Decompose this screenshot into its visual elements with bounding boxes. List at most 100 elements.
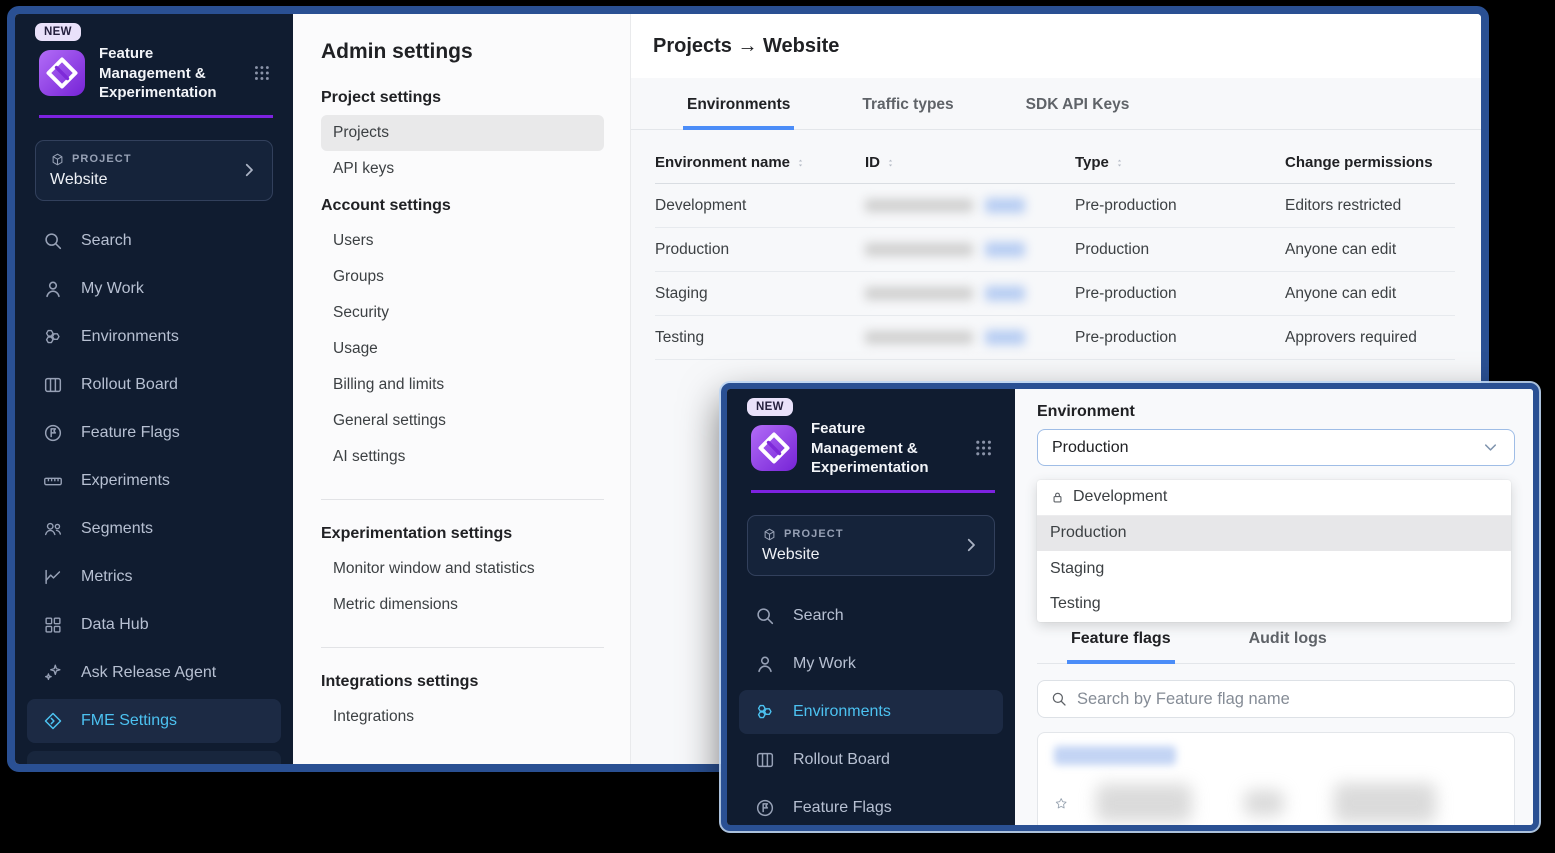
sidebar-item-partial[interactable] — [27, 751, 281, 765]
search-icon — [754, 605, 776, 627]
flag-circle-icon — [754, 797, 776, 819]
environment-select-label: Environment — [1037, 403, 1515, 421]
column-id[interactable]: ID — [865, 154, 1075, 171]
admin-item-users[interactable]: Users — [321, 223, 604, 259]
project-name: Website — [50, 171, 132, 189]
tab-feature-flags[interactable]: Feature flags — [1067, 616, 1175, 664]
new-badge: NEW — [35, 23, 81, 41]
sidebar-item-metrics[interactable]: Metrics — [15, 553, 293, 601]
app-sidebar: NEW Feature Management & Experimentation… — [15, 14, 293, 764]
sort-icon — [795, 156, 806, 170]
sidebar-item-label: Segments — [81, 520, 153, 538]
star-icon[interactable] — [1054, 793, 1068, 814]
sort-icon — [885, 156, 896, 170]
admin-item-metric-dimensions[interactable]: Metric dimensions — [321, 587, 604, 623]
sidebar-item-label: Data Hub — [81, 616, 149, 634]
flag-search-input[interactable] — [1077, 690, 1502, 709]
app-switcher-icon[interactable] — [972, 436, 995, 460]
sidebar-item-search[interactable]: Search — [727, 592, 1015, 640]
chevron-down-icon — [1481, 438, 1500, 457]
admin-item-groups[interactable]: Groups — [321, 259, 604, 295]
sidebar-item-label: Experiments — [81, 472, 170, 490]
admin-item-integrations[interactable]: Integrations — [321, 699, 604, 735]
column-change-permissions: Change permissions — [1285, 154, 1455, 171]
sidebar-item-segments[interactable]: Segments — [15, 505, 293, 553]
sidebar-item-label: Search — [793, 607, 844, 625]
sidebar-item-rollout-board[interactable]: Rollout Board — [727, 736, 1015, 784]
id-cell — [865, 198, 1075, 213]
sidebar-item-my-work[interactable]: My Work — [15, 265, 293, 313]
column-type[interactable]: Type — [1075, 154, 1285, 171]
environments-table: Environment name ID Type Change permissi… — [655, 142, 1455, 360]
redacted-flag-name-link[interactable] — [1054, 746, 1176, 765]
sidebar-item-label: Metrics — [81, 568, 133, 586]
sidebar-item-environments[interactable]: Environments — [739, 690, 1003, 734]
sidebar-item-feature-flags[interactable]: Feature Flags — [727, 784, 1015, 826]
permissions-cell: Anyone can edit — [1285, 285, 1455, 303]
copy-id-button[interactable] — [985, 330, 1025, 345]
tab-environments[interactable]: Environments — [683, 78, 794, 130]
table-row[interactable]: Testing Pre-production Approvers require… — [655, 316, 1455, 360]
sidebar-item-experiments[interactable]: Experiments — [15, 457, 293, 505]
option-staging[interactable]: Staging — [1037, 551, 1511, 587]
lock-icon — [1050, 490, 1065, 505]
sidebar-item-search[interactable]: Search — [15, 217, 293, 265]
environment-select[interactable]: Production — [1037, 429, 1515, 466]
option-development[interactable]: Development — [1037, 480, 1511, 516]
sidebar-item-label: Feature Flags — [81, 424, 180, 442]
option-testing[interactable]: Testing — [1037, 587, 1511, 623]
search-icon — [1050, 690, 1068, 708]
sidebar-item-label: Rollout Board — [793, 751, 890, 769]
admin-item-general-settings[interactable]: General settings — [321, 403, 604, 439]
people-icon — [42, 518, 64, 540]
sidebar-nav: Search My Work Environments Rollout Boar… — [15, 217, 293, 765]
type-cell: Pre-production — [1075, 197, 1285, 215]
sidebar-nav: Search My Work Environments Rollout Boar… — [727, 592, 1015, 826]
redacted-id — [865, 287, 973, 300]
app-logo-icon — [39, 50, 85, 96]
project-selector[interactable]: PROJECT Website — [35, 140, 273, 201]
sidebar-item-fme-settings[interactable]: FME Settings — [27, 699, 281, 743]
redacted-content — [1096, 784, 1192, 822]
sidebar-item-rollout-board[interactable]: Rollout Board — [15, 361, 293, 409]
sidebar-item-environments[interactable]: Environments — [15, 313, 293, 361]
admin-item-api-keys[interactable]: API keys — [321, 151, 604, 187]
redacted-content — [1334, 783, 1436, 823]
sidebar-header: NEW Feature Management & Experimentation — [727, 389, 1015, 478]
copy-id-button[interactable] — [985, 242, 1025, 257]
option-production[interactable]: Production — [1037, 516, 1511, 552]
column-environment-name[interactable]: Environment name — [655, 154, 865, 171]
admin-item-security[interactable]: Security — [321, 295, 604, 331]
admin-item-usage[interactable]: Usage — [321, 331, 604, 367]
admin-item-billing-and-limits[interactable]: Billing and limits — [321, 367, 604, 403]
app-title: Feature Management & Experimentation — [811, 419, 958, 478]
app-switcher-icon[interactable] — [251, 61, 273, 85]
copy-id-button[interactable] — [985, 198, 1025, 213]
table-header-row: Environment name ID Type Change permissi… — [655, 142, 1455, 184]
project-cube-icon — [762, 527, 777, 542]
admin-item-monitor-window[interactable]: Monitor window and statistics — [321, 551, 604, 587]
table-row[interactable]: Staging Pre-production Anyone can edit — [655, 272, 1455, 316]
sidebar-item-feature-flags[interactable]: Feature Flags — [15, 409, 293, 457]
app-logo-icon — [751, 425, 797, 471]
search-icon — [42, 230, 64, 252]
admin-item-ai-settings[interactable]: AI settings — [321, 439, 604, 475]
copy-id-button[interactable] — [985, 286, 1025, 301]
flag-search-box — [1037, 680, 1515, 718]
sidebar-item-my-work[interactable]: My Work — [727, 640, 1015, 688]
table-row[interactable]: Development Pre-production Editors restr… — [655, 184, 1455, 228]
tab-traffic-types[interactable]: Traffic types — [858, 78, 957, 130]
sidebar-item-ask-release-agent[interactable]: Ask Release Agent — [15, 649, 293, 697]
app-title: Feature Management & Experimentation — [99, 44, 237, 103]
environment-select-value: Production — [1052, 439, 1129, 457]
sidebar-item-data-hub[interactable]: Data Hub — [15, 601, 293, 649]
admin-item-projects[interactable]: Projects — [321, 115, 604, 151]
person-icon — [42, 278, 64, 300]
sidebar-item-label: Feature Flags — [793, 799, 892, 817]
section-heading-integrations-settings: Integrations settings — [321, 673, 604, 691]
tab-audit-logs[interactable]: Audit logs — [1245, 616, 1331, 664]
tab-sdk-api-keys[interactable]: SDK API Keys — [1022, 78, 1134, 130]
grid-squares-icon — [42, 614, 64, 636]
project-selector[interactable]: PROJECT Website — [747, 515, 995, 576]
table-row[interactable]: Production Production Anyone can edit — [655, 228, 1455, 272]
